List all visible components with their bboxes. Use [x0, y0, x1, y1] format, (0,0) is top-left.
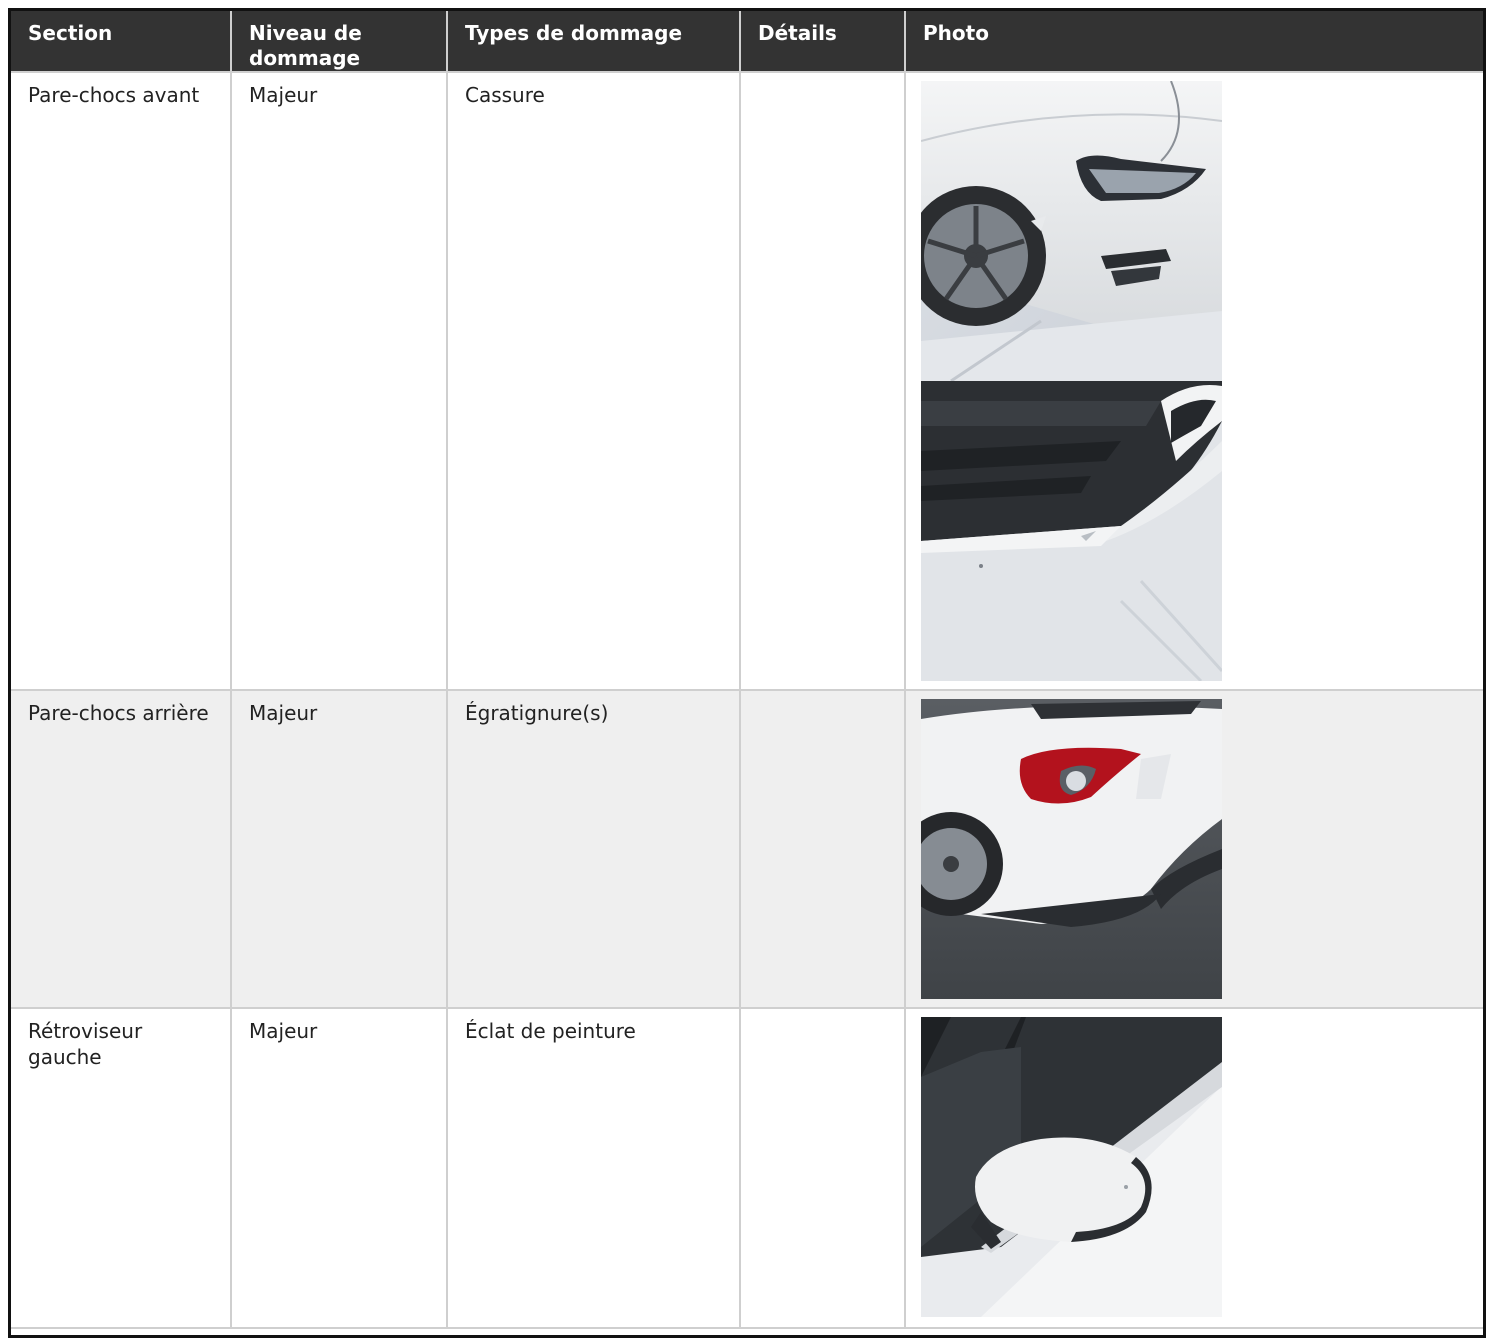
cell-photos [905, 72, 1483, 691]
cell-photos [905, 1008, 1483, 1329]
table-header-row: Section Niveau de dommage Types de domma… [11, 11, 1483, 73]
damage-report-table: Section Niveau de dommage Types de domma… [11, 11, 1483, 1329]
cell-details [740, 1008, 906, 1329]
rear-bumper-taillight-photo[interactable] [921, 699, 1222, 999]
cell-details [740, 690, 906, 1009]
front-bumper-lip-photo[interactable] [921, 381, 1222, 681]
front-corner-damage-photo[interactable] [921, 81, 1222, 381]
table-row: Pare-chocs arrière Majeur Égratignure(s) [11, 690, 1483, 1009]
header-damage-level: Niveau de dommage [231, 11, 448, 73]
table-row: Pare-chocs avant Majeur Cassure [11, 72, 1483, 691]
cell-photos [905, 690, 1483, 1009]
cell-section: Pare-chocs arrière [11, 690, 232, 1009]
cell-damage-level: Majeur [231, 1008, 448, 1329]
left-mirror-photo[interactable] [921, 1017, 1222, 1317]
damage-report-table-frame: Section Niveau de dommage Types de domma… [8, 8, 1486, 1338]
cell-damage-level: Majeur [231, 690, 448, 1009]
cell-damage-type: Cassure [447, 72, 741, 691]
cell-damage-type: Éclat de peinture [447, 1008, 741, 1329]
table-row: Rétroviseur gauche Majeur Éclat de peint… [11, 1008, 1483, 1329]
cell-damage-type: Égratignure(s) [447, 690, 741, 1009]
cell-damage-level: Majeur [231, 72, 448, 691]
header-section: Section [11, 11, 232, 73]
header-photo: Photo [905, 11, 1483, 73]
cell-section: Pare-chocs avant [11, 72, 232, 691]
cell-section: Rétroviseur gauche [11, 1008, 232, 1329]
cell-details [740, 72, 906, 691]
header-damage-types: Types de dommage [447, 11, 741, 73]
header-details: Détails [740, 11, 906, 73]
